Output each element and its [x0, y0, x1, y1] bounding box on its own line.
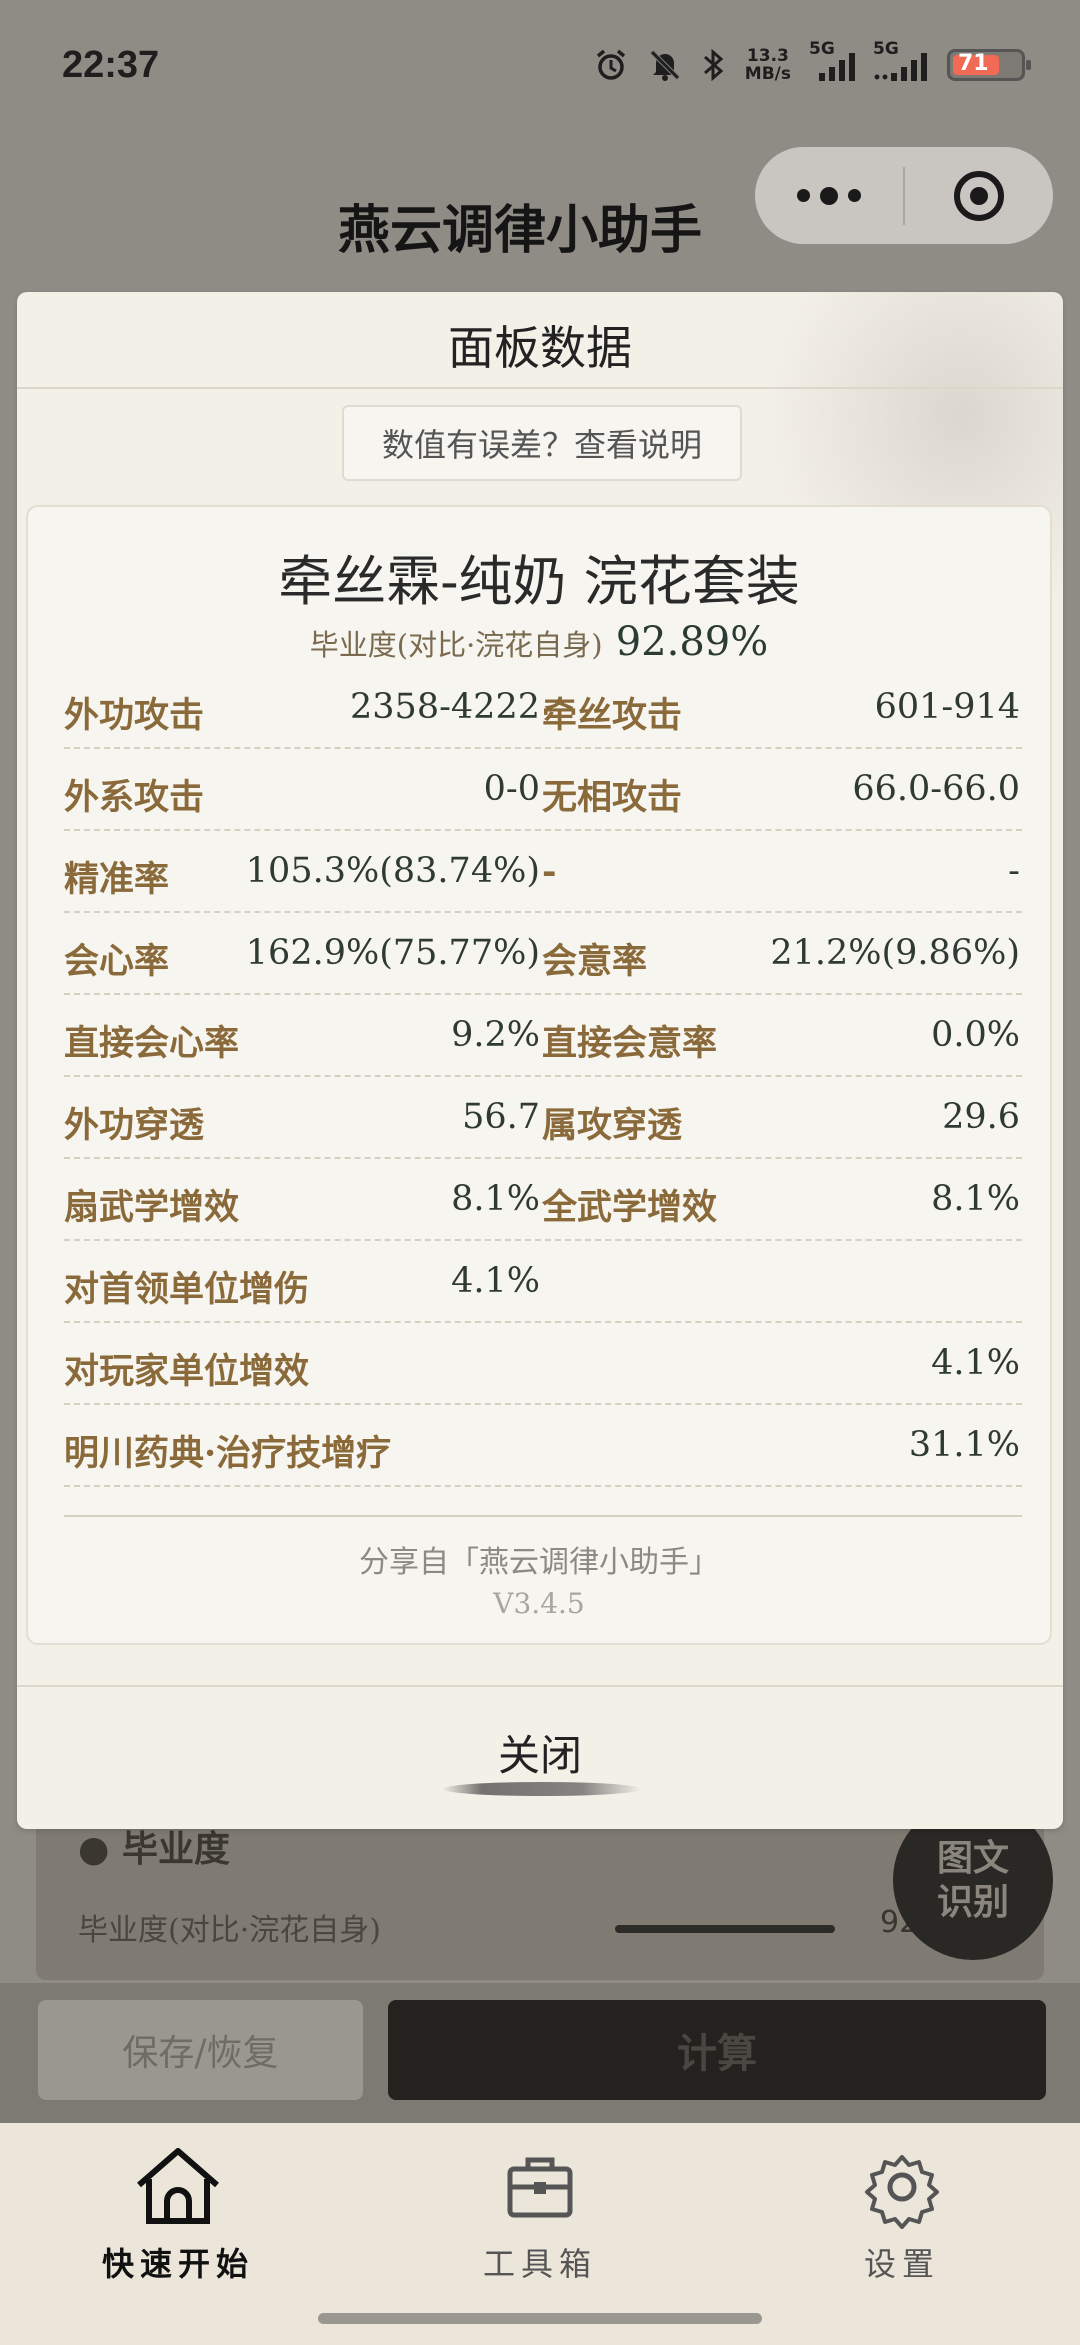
stat-label: 直接会心率	[64, 1023, 240, 1064]
home-icon	[133, 2145, 223, 2233]
background-section-heading-text: 毕业度	[121, 1828, 230, 1870]
stat-label: 会心率	[64, 941, 170, 982]
stats-table: 外功攻击 2358-4222 牵丝攻击 601-914 外系攻击 0-0 无相攻…	[64, 667, 1022, 1487]
status-icons: 13.3 MB/s 5G 5G 71	[593, 39, 1031, 85]
ocr-button-line1: 图文	[936, 1837, 1009, 1879]
divider	[17, 1685, 1063, 1687]
tab-toolbox[interactable]: 工具箱	[430, 2145, 650, 2285]
stat-value: 29.6	[942, 1097, 1020, 1137]
net-speed-value: 13.3	[746, 46, 789, 66]
gear-icon	[862, 2145, 942, 2233]
stat-label: 对玩家单位增效	[64, 1351, 310, 1392]
stat-value: 56.7	[462, 1097, 540, 1137]
stat-row: 扇武学增效 8.1% 全武学增效 8.1%	[64, 1159, 1022, 1241]
stats-card: 牵丝霖-纯奶 浣花套装 毕业度(对比·浣花自身) 92.89% 外功攻击 235…	[26, 505, 1052, 1645]
mini-program-capsule	[755, 147, 1053, 244]
stat-row: 外功穿透 56.7 属攻穿透 29.6	[64, 1077, 1022, 1159]
stat-value: -	[1008, 851, 1020, 891]
bluetooth-icon	[701, 47, 727, 83]
stat-row: 对首领单位增伤 4.1%	[64, 1241, 1022, 1323]
stat-row: 对玩家单位增效 4.1%	[64, 1323, 1022, 1405]
stat-value: 0.0%	[931, 1015, 1020, 1055]
version-label: V3.4.5	[493, 1587, 585, 1620]
background-score-bar	[615, 1925, 835, 1933]
clock: 22:37	[62, 44, 160, 86]
signal-icon: 5G	[809, 39, 855, 85]
error-explanation-button[interactable]: 数值有误差？查看说明	[342, 405, 742, 481]
stat-value: 8.1%	[451, 1179, 540, 1219]
stat-row: 直接会心率 9.2% 直接会意率 0.0%	[64, 995, 1022, 1077]
stat-value: 105.3%(83.74%)	[245, 851, 540, 891]
stat-value: 9.2%	[451, 1015, 540, 1055]
set-title: 牵丝霖-纯奶 浣花套装	[278, 550, 800, 613]
stat-value: 162.9%(75.77%)	[245, 933, 540, 973]
tab-settings[interactable]: 设置	[792, 2145, 1012, 2285]
stat-label: 扇武学增效	[64, 1187, 240, 1228]
stat-value: 2358-4222	[350, 687, 540, 727]
stat-label: 对首领单位增伤	[64, 1269, 310, 1310]
divider	[17, 387, 1063, 389]
stat-label: 全武学增效	[542, 1187, 718, 1228]
stat-label: 外功攻击	[64, 695, 205, 736]
stat-value: 0-0	[483, 769, 540, 809]
graduation-score: 毕业度(对比·浣花自身) 92.89%	[28, 619, 1050, 665]
net-speed-unit: MB/s	[744, 64, 791, 84]
home-indicator	[318, 2313, 762, 2324]
sim1-label: 5G	[809, 39, 835, 59]
stat-row: 外功攻击 2358-4222 牵丝攻击 601-914	[64, 667, 1022, 749]
stat-label: 无相攻击	[542, 777, 683, 818]
stat-label: 属攻穿透	[542, 1105, 683, 1146]
sim2-label: 5G	[873, 39, 899, 59]
stat-label: -	[542, 851, 557, 892]
stat-value: 8.1%	[931, 1179, 1020, 1219]
stat-value: 31.1%	[908, 1425, 1020, 1465]
target-icon[interactable]	[905, 168, 1053, 224]
stat-row: 外系攻击 0-0 无相攻击 66.0-66.0	[64, 749, 1022, 831]
brush-stroke-decoration	[442, 1782, 642, 1796]
stat-value: 66.0-66.0	[852, 769, 1020, 809]
battery-icon: 71	[947, 49, 1031, 81]
save-restore-button[interactable]: 保存/恢复	[38, 2000, 363, 2100]
stat-row: 精准率 105.3%(83.74%) - -	[64, 831, 1022, 913]
tab-quick-start[interactable]: 快速开始	[68, 2145, 288, 2285]
panel-data-modal: 面板数据 数值有误差？查看说明 牵丝霖-纯奶 浣花套装 毕业度(对比·浣花自身)…	[17, 292, 1063, 1829]
stat-row: 会心率 162.9%(75.77%) 会意率 21.2%(9.86%)	[64, 913, 1022, 995]
tab-toolbox-label: 工具箱	[482, 2245, 597, 2283]
alarm-icon	[593, 47, 629, 83]
stat-value: 4.1%	[451, 1261, 540, 1301]
modal-title: 面板数据	[448, 321, 632, 375]
stat-value: 601-914	[874, 687, 1020, 727]
share-source: 分享自「燕云调律小助手」	[359, 1545, 719, 1580]
tab-settings-label: 设置	[863, 2245, 940, 2283]
stat-label: 会意率	[542, 941, 648, 982]
stat-value: 4.1%	[931, 1343, 1020, 1383]
stat-label: 明川药典·治疗技增疗	[64, 1433, 392, 1474]
stat-label: 牵丝攻击	[542, 695, 683, 736]
score-value: 92.89%	[615, 619, 769, 665]
stat-row: 明川药典·治疗技增疗 31.1%	[64, 1405, 1022, 1487]
status-bar: 22:37 13.3 MB/s 5G 5G 71	[0, 0, 1080, 140]
network-speed: 13.3 MB/s	[745, 47, 791, 83]
mute-icon	[647, 47, 683, 83]
background-score-label: 毕业度(对比·浣花自身)	[78, 1913, 381, 1948]
tab-quick-start-label: 快速开始	[101, 2245, 254, 2283]
calculate-button[interactable]: 计算	[388, 2000, 1046, 2100]
signal-icon-2: 5G	[873, 39, 929, 85]
close-button[interactable]: 关闭	[17, 1722, 1063, 1783]
battery-level: 71	[958, 51, 989, 76]
stat-value: 21.2%(9.86%)	[770, 933, 1020, 973]
more-icon[interactable]	[755, 186, 903, 205]
stat-label: 外系攻击	[64, 777, 205, 818]
stat-label: 直接会意率	[542, 1023, 718, 1064]
stat-label: 外功穿透	[64, 1105, 205, 1146]
score-label: 毕业度(对比·浣花自身)	[309, 628, 603, 662]
divider	[64, 1515, 1022, 1517]
ocr-button-line2: 识别	[936, 1881, 1009, 1923]
toolbox-icon	[500, 2145, 580, 2233]
stat-label: 精准率	[64, 859, 170, 900]
